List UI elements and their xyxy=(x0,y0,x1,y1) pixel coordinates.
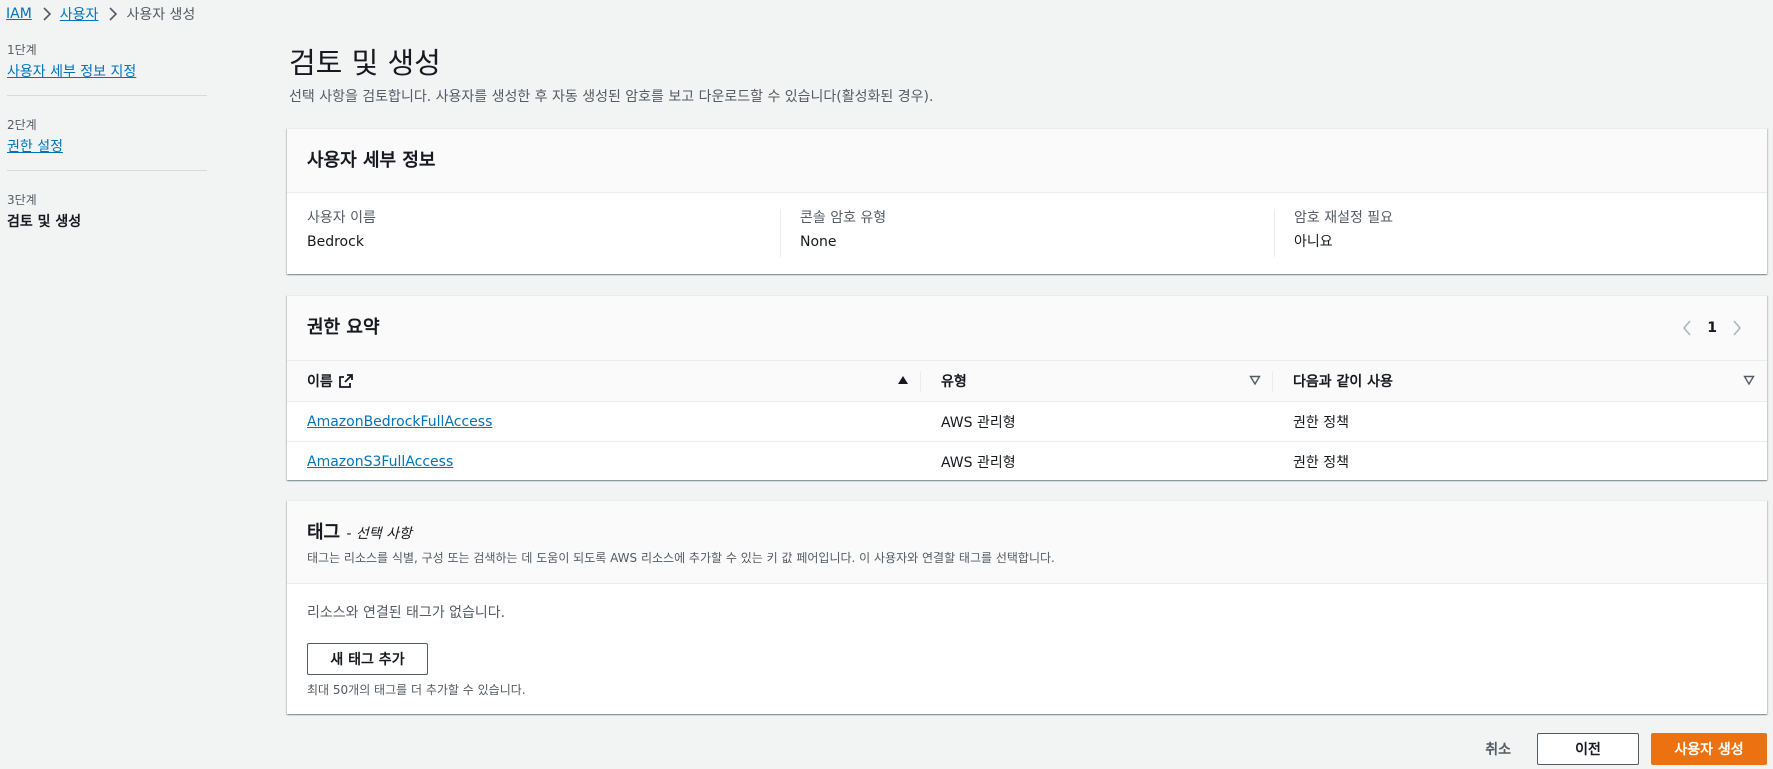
step-divider xyxy=(7,170,207,171)
card-title: 태그 - 선택 사항 xyxy=(307,518,412,544)
column-header-label: 다음과 같이 사용 xyxy=(1293,374,1393,390)
card-header: 사용자 세부 정보 xyxy=(287,129,1767,193)
step-link-user-details[interactable]: 사용자 세부 정보 지정 xyxy=(7,63,136,81)
field-value: 아니요 xyxy=(1294,234,1333,250)
field-label: 콘솔 암호 유형 xyxy=(800,210,887,226)
chevron-right-icon xyxy=(42,7,52,21)
card-title: 사용자 세부 정보 xyxy=(307,150,436,171)
create-user-button[interactable]: 사용자 생성 xyxy=(1651,733,1767,765)
breadcrumb-iam[interactable]: IAM xyxy=(6,6,32,22)
page-description: 선택 사항을 검토합니다. 사용자를 생성한 후 자동 생성된 암호를 보고 다… xyxy=(289,89,934,105)
field-value: None xyxy=(800,234,837,250)
add-tag-button[interactable]: 새 태그 추가 xyxy=(307,643,428,675)
policy-usage-cell: 권한 정책 xyxy=(1293,454,1349,471)
empty-tags-text: 리소스와 연결된 태그가 없습니다. xyxy=(307,605,506,621)
breadcrumb: IAM 사용자 사용자 생성 xyxy=(6,4,195,24)
step-divider xyxy=(7,95,207,96)
column-header-used-as[interactable]: 다음과 같이 사용 xyxy=(1273,360,1767,402)
policy-usage-cell: 권한 정책 xyxy=(1273,401,1767,442)
policy-name-cell: AmazonBedrockFullAccess xyxy=(287,401,921,442)
wizard-footer: 취소 이전 사용자 생성 xyxy=(1465,733,1767,765)
breadcrumb-users[interactable]: 사용자 xyxy=(60,4,99,24)
step-2: 2단계 권한 설정 xyxy=(7,117,207,156)
policy-name-cell: AmazonS3FullAccess xyxy=(287,442,921,482)
policy-link[interactable]: AmazonS3FullAccess xyxy=(307,454,453,470)
page-title: 검토 및 생성 xyxy=(289,46,441,80)
user-details-fields: 사용자 이름 Bedrock 콘솔 암호 유형 None 암호 재설정 필요 아… xyxy=(287,193,1767,274)
column-divider xyxy=(780,209,781,257)
tags-title-text: 태그 xyxy=(307,522,341,543)
policy-link[interactable]: AmazonBedrockFullAccess xyxy=(307,414,492,430)
step-number: 3단계 xyxy=(7,193,37,207)
previous-button[interactable]: 이전 xyxy=(1537,733,1639,765)
step-number: 2단계 xyxy=(7,118,37,132)
permissions-summary-card: 권한 요약 1 이름 유형 다음과 같이 사용 AmazonBedrockFul… xyxy=(287,295,1767,480)
external-link-icon xyxy=(338,374,353,388)
permissions-table: 이름 유형 다음과 같이 사용 AmazonBedrockFullAccess … xyxy=(287,360,1767,482)
user-details-card: 사용자 세부 정보 사용자 이름 Bedrock 콘솔 암호 유형 None 암… xyxy=(287,128,1767,274)
breadcrumb-current: 사용자 생성 xyxy=(126,7,196,23)
wizard-steps: 1단계 사용자 세부 정보 지정 2단계 권한 설정 3단계 검토 및 생성 xyxy=(7,42,207,231)
tags-description: 태그는 리소스를 식별, 구성 또는 검색하는 데 도움이 되도록 AWS 리소… xyxy=(307,551,1055,565)
table-row: AmazonS3FullAccess AWS 관리형 권한 정책 xyxy=(287,442,1767,482)
column-divider xyxy=(1274,209,1275,257)
tags-limit-hint: 최대 50개의 태그를 더 추가할 수 있습니다. xyxy=(307,683,526,697)
column-header-label: 이름 xyxy=(307,374,333,390)
column-header-type[interactable]: 유형 xyxy=(921,360,1273,402)
chevron-left-icon[interactable] xyxy=(1677,318,1697,338)
optional-label: - 선택 사항 xyxy=(346,526,412,542)
policy-type-cell: AWS 관리형 xyxy=(921,401,1273,442)
step-number: 1단계 xyxy=(7,43,37,57)
column-header-label: 유형 xyxy=(941,374,967,390)
sort-ascending-icon[interactable] xyxy=(897,374,909,386)
card-header: 권한 요약 1 xyxy=(287,296,1767,360)
step-current-label: 검토 및 생성 xyxy=(7,214,82,230)
table-header-row: 이름 유형 다음과 같이 사용 xyxy=(287,360,1767,402)
table-row: AmazonBedrockFullAccess AWS 관리형 권한 정책 xyxy=(287,401,1767,442)
step-link-permissions[interactable]: 권한 설정 xyxy=(7,138,63,156)
card-title: 권한 요약 xyxy=(307,317,380,338)
field-username: 사용자 이름 Bedrock xyxy=(307,209,376,251)
cancel-button[interactable]: 취소 xyxy=(1465,733,1531,765)
tags-body: 리소스와 연결된 태그가 없습니다. 새 태그 추가 최대 50개의 태그를 더… xyxy=(287,584,1767,715)
field-value: Bedrock xyxy=(307,234,364,250)
policy-type-cell: AWS 관리형 xyxy=(941,454,1016,471)
step-3: 3단계 검토 및 생성 xyxy=(7,192,207,231)
card-header: 태그 - 선택 사항 태그는 리소스를 식별, 구성 또는 검색하는 데 도움이… xyxy=(287,501,1767,584)
step-1: 1단계 사용자 세부 정보 지정 xyxy=(7,42,207,81)
chevron-right-icon xyxy=(108,7,118,21)
page-number[interactable]: 1 xyxy=(1707,320,1717,336)
field-label: 암호 재설정 필요 xyxy=(1294,210,1394,226)
sort-icon[interactable] xyxy=(1249,374,1261,386)
field-password-reset: 암호 재설정 필요 아니요 xyxy=(1294,209,1393,251)
pagination: 1 xyxy=(1677,318,1747,338)
column-header-name[interactable]: 이름 xyxy=(287,360,921,402)
field-console-password-type: 콘솔 암호 유형 None xyxy=(800,209,886,251)
field-label: 사용자 이름 xyxy=(307,210,376,226)
sort-icon[interactable] xyxy=(1743,374,1755,386)
chevron-right-icon[interactable] xyxy=(1727,318,1747,338)
tags-card: 태그 - 선택 사항 태그는 리소스를 식별, 구성 또는 검색하는 데 도움이… xyxy=(287,500,1767,714)
